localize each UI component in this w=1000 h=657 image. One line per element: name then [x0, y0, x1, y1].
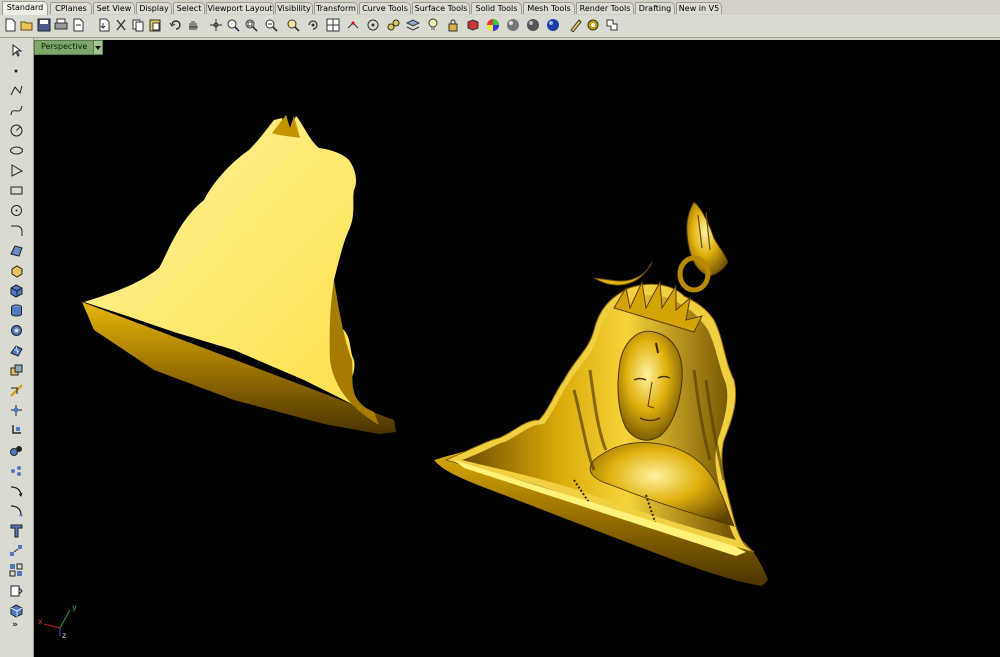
script-icon[interactable]	[604, 17, 620, 33]
color-wheel-icon[interactable]	[485, 17, 501, 33]
text-icon[interactable]	[8, 522, 24, 538]
group-icon[interactable]	[8, 422, 24, 438]
pendant-back-model	[82, 115, 396, 434]
explode-icon[interactable]	[8, 482, 24, 498]
fillet-curve-icon[interactable]	[8, 222, 24, 238]
extrude-icon[interactable]	[8, 262, 24, 278]
zoom-extents-icon[interactable]	[243, 17, 259, 33]
axis-label-y: y	[72, 603, 77, 612]
tab-new-in-v5[interactable]: New in V5	[676, 2, 722, 14]
layer-icon[interactable]	[405, 17, 421, 33]
tab-cplanes[interactable]: CPlanes	[50, 2, 92, 14]
render-preview-icon[interactable]	[505, 17, 521, 33]
import-icon[interactable]	[70, 17, 86, 33]
polyline-icon[interactable]	[8, 82, 24, 98]
select-arrow-icon[interactable]	[8, 42, 24, 58]
tab-render-tools[interactable]: Render Tools	[576, 2, 634, 14]
tab-display[interactable]: Display	[136, 2, 172, 14]
paste-icon[interactable]	[147, 17, 163, 33]
zoom-window-icon[interactable]	[225, 17, 241, 33]
more-tools-chevron-icon[interactable]: »	[12, 620, 18, 630]
dimension-icon[interactable]	[8, 502, 24, 518]
box-icon[interactable]	[8, 282, 24, 298]
move-icon[interactable]	[8, 402, 24, 418]
zoom-selected-icon[interactable]	[263, 17, 279, 33]
tab-surface-tools[interactable]: Surface Tools	[412, 2, 470, 14]
rectangle-icon[interactable]	[8, 182, 24, 198]
viewport-menu-chevron-down-icon[interactable]	[93, 41, 103, 54]
ellipse-icon[interactable]	[8, 142, 24, 158]
boolean-icon[interactable]	[8, 362, 24, 378]
save-icon[interactable]	[36, 17, 52, 33]
tab-drafting[interactable]: Drafting	[635, 2, 675, 14]
import-icon[interactable]	[96, 17, 112, 33]
pipe-icon[interactable]	[8, 322, 24, 338]
select-all-icon[interactable]	[385, 17, 401, 33]
tab-standard[interactable]: Standard	[2, 1, 48, 15]
tab-solid-tools[interactable]: Solid Tools	[471, 2, 522, 14]
surface-icon[interactable]	[8, 242, 24, 258]
pan-icon[interactable]	[185, 17, 201, 33]
tab-select[interactable]: Select	[173, 2, 205, 14]
array-icon[interactable]	[8, 542, 24, 558]
cut-icon[interactable]	[113, 17, 129, 33]
lock-icon[interactable]	[445, 17, 461, 33]
tab-curve-tools[interactable]: Curve Tools	[359, 2, 411, 14]
print-icon[interactable]	[53, 17, 69, 33]
world-axes-icon: y x z	[38, 603, 77, 640]
circle-icon[interactable]	[8, 122, 24, 138]
standard-toolbar	[0, 15, 1000, 38]
rhino-options-icon[interactable]	[568, 17, 584, 33]
split-icon[interactable]	[8, 442, 24, 458]
settings-gear-icon[interactable]	[585, 17, 601, 33]
open-icon[interactable]	[19, 17, 35, 33]
box-icon[interactable]	[8, 602, 24, 618]
viewport-title-tab[interactable]: Perspective	[34, 40, 104, 55]
pendant-3d-scene	[82, 115, 768, 586]
undo-view-icon[interactable]	[305, 17, 321, 33]
point-icon[interactable]	[8, 62, 24, 78]
viewport-title: Perspective	[35, 41, 94, 54]
toolbar-tab-strip: Standard CPlanes Set View Display Select…	[0, 0, 1000, 16]
tab-visibility[interactable]: Visibility	[275, 2, 313, 14]
pendant-front-model	[434, 201, 768, 586]
rotate-view-icon[interactable]	[208, 17, 224, 33]
viewport-icon[interactable]	[8, 582, 24, 598]
tab-transform[interactable]: Transform	[314, 2, 358, 14]
mesh-icon[interactable]	[8, 342, 24, 358]
tab-set-view[interactable]: Set View	[93, 2, 135, 14]
sphere-render-icon[interactable]	[525, 17, 541, 33]
curve-icon[interactable]	[8, 102, 24, 118]
block-icon[interactable]	[8, 562, 24, 578]
axis-label-x: x	[38, 617, 43, 626]
render-icon[interactable]	[545, 17, 561, 33]
light-icon[interactable]	[425, 17, 441, 33]
undo-icon[interactable]	[168, 17, 184, 33]
zoom-icon[interactable]	[285, 17, 301, 33]
new-icon[interactable]	[2, 17, 18, 33]
tab-mesh-tools[interactable]: Mesh Tools	[523, 2, 575, 14]
copy-icon[interactable]	[130, 17, 146, 33]
transform-icon[interactable]	[8, 382, 24, 398]
tab-viewport-layout[interactable]: Viewport Layout	[206, 2, 274, 14]
join-icon[interactable]	[8, 462, 24, 478]
polygon-icon[interactable]	[8, 162, 24, 178]
axis-label-z: z	[62, 631, 66, 640]
perspective-viewport[interactable]: Perspective y x z	[34, 40, 1000, 657]
arc-icon[interactable]	[8, 202, 24, 218]
grid-snap-icon[interactable]	[345, 17, 361, 33]
main-sidebar-toolbar: »	[0, 38, 34, 657]
four-viewports-icon[interactable]	[325, 17, 341, 33]
cylinder-icon[interactable]	[8, 302, 24, 318]
osnap-icon[interactable]	[365, 17, 381, 33]
object-properties-icon[interactable]	[465, 17, 481, 33]
